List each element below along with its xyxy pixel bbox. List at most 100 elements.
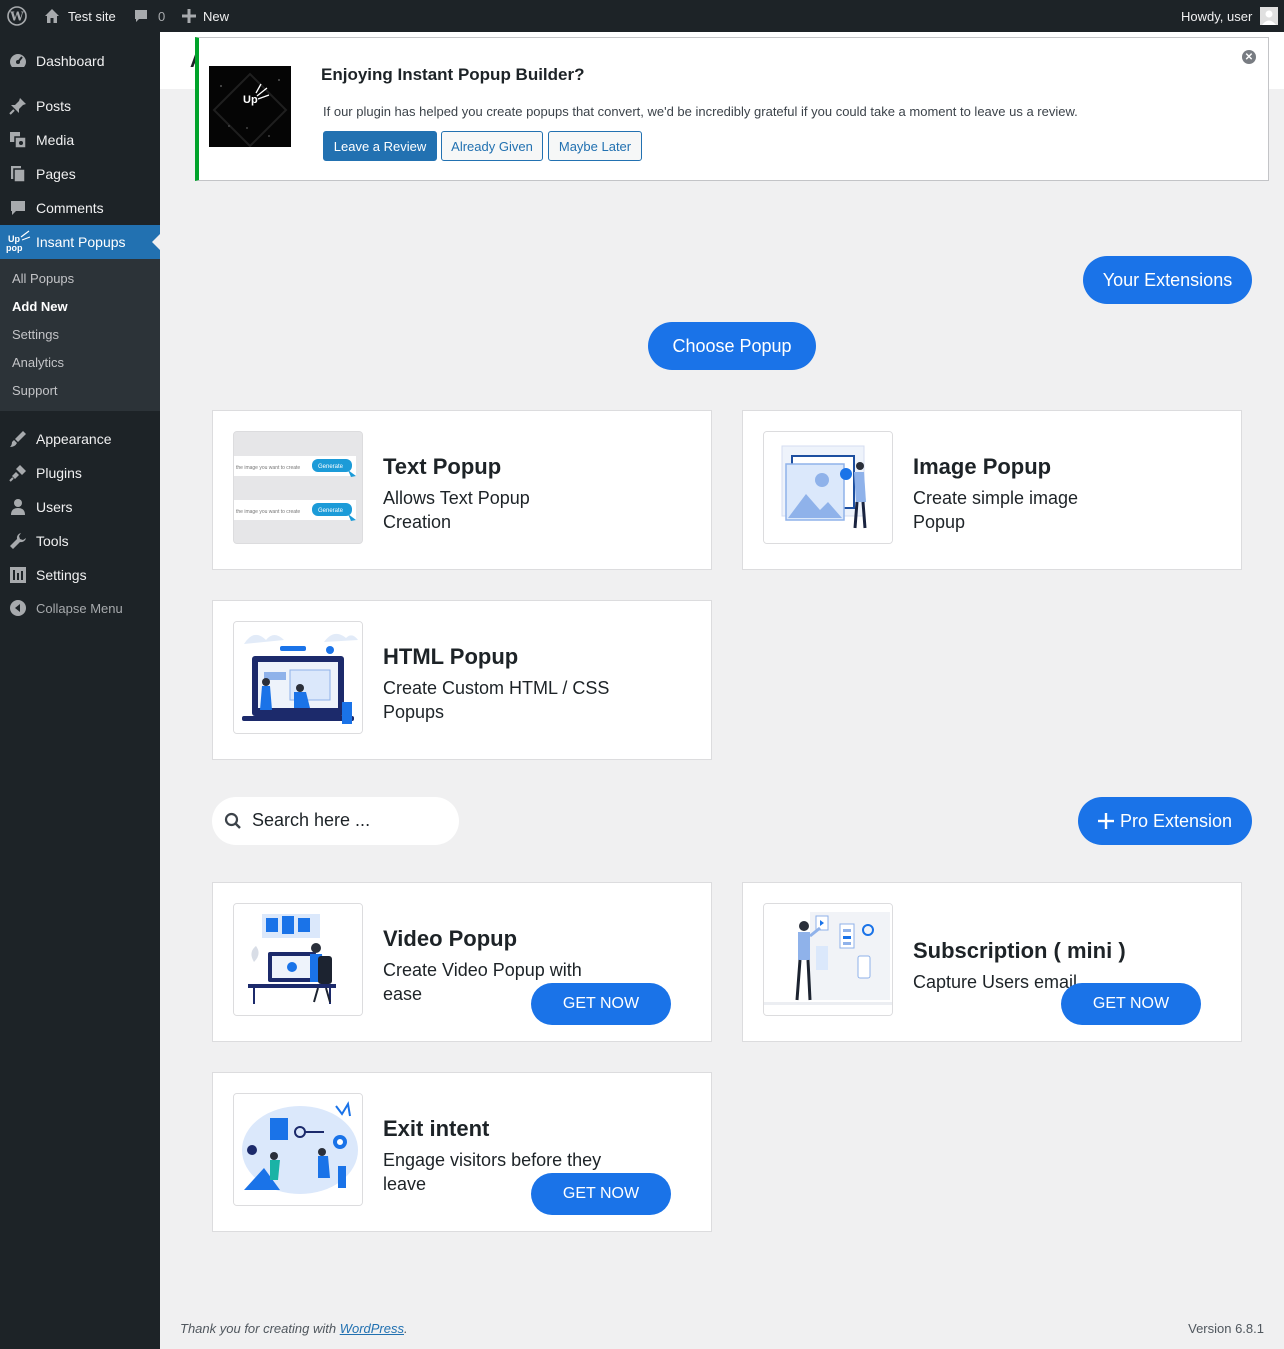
uppop-logo-icon: Up pop: [0, 229, 36, 255]
comment-icon: [133, 8, 149, 24]
card-description: Create simple image Popup: [913, 488, 1079, 532]
sidebar-label-plugins: Plugins: [36, 465, 82, 481]
plugin-logo: Up: [209, 66, 291, 147]
thumb-generate-text: Generate: [318, 508, 344, 514]
sidebar-item-plugins[interactable]: Plugins: [0, 456, 160, 490]
image-popup-thumbnail: [763, 431, 893, 544]
plus-icon: [182, 9, 196, 23]
admin-bar: W Test site 0 New Howdy, user: [0, 0, 1284, 32]
subscription-mini-card[interactable]: Subscription ( mini ) Capture Users emai…: [742, 882, 1242, 1042]
wrench-icon: [0, 532, 36, 550]
thumb-generate-text: Generate: [318, 464, 344, 470]
footer-thanks-text: Thank you for creating with: [180, 1321, 340, 1336]
submenu-support[interactable]: Support: [12, 383, 58, 398]
html-popup-card[interactable]: HTML Popup Create Custom HTML / CSS Popu…: [212, 600, 712, 760]
already-given-button[interactable]: Already Given: [441, 131, 543, 161]
sidebar-label-comments: Comments: [36, 200, 104, 216]
sidebar-item-pages[interactable]: Pages: [0, 157, 160, 191]
video-popup-card[interactable]: Video Popup Create Video Popup with ease…: [212, 882, 712, 1042]
wordpress-logo-icon[interactable]: W: [7, 0, 27, 32]
media-icon: [0, 131, 36, 149]
card-description: Allows Text Popup Creation: [383, 488, 530, 532]
choose-popup-button[interactable]: Choose Popup: [648, 322, 816, 370]
extension-search-input[interactable]: Search here ...: [212, 797, 459, 845]
submenu-settings[interactable]: Settings: [12, 327, 59, 342]
sidebar-label-posts: Posts: [36, 98, 72, 114]
user-icon: [0, 498, 36, 516]
sidebar-item-dashboard[interactable]: Dashboard: [0, 44, 160, 78]
brush-icon: [0, 430, 36, 448]
comments-link[interactable]: 0: [133, 0, 165, 32]
pro-extension-button[interactable]: Pro Extension: [1078, 797, 1252, 845]
settings-icon: [0, 566, 36, 584]
maybe-later-button[interactable]: Maybe Later: [548, 131, 642, 161]
image-popup-card[interactable]: Image Popup Create simple image Popup: [742, 410, 1242, 570]
footer-period: .: [404, 1321, 408, 1336]
comments-count: 0: [158, 8, 166, 24]
submenu-analytics[interactable]: Analytics: [12, 355, 64, 370]
html-popup-thumbnail: [233, 621, 363, 734]
sidebar-label-users: Users: [36, 499, 73, 515]
text-popup-card[interactable]: the image you want to create Generate th…: [212, 410, 712, 570]
collapse-menu-button[interactable]: Collapse Menu: [0, 596, 160, 620]
admin-sidebar: Dashboard Posts Media Pages Comments Up p…: [0, 32, 160, 1349]
collapse-menu-label: Collapse Menu: [36, 600, 123, 616]
site-name-link[interactable]: Test site: [44, 0, 116, 32]
sidebar-item-tools[interactable]: Tools: [0, 524, 160, 558]
site-name: Test site: [68, 8, 116, 24]
get-now-button[interactable]: GET NOW: [531, 1173, 671, 1215]
sidebar-item-posts[interactable]: Posts: [0, 89, 160, 123]
text-popup-thumbnail: the image you want to create Generate th…: [233, 431, 363, 544]
svg-text:W: W: [9, 10, 24, 24]
card-title: HTML Popup: [383, 644, 519, 669]
dismiss-notice-icon[interactable]: ✕: [1242, 50, 1256, 64]
thumb-input-text: the image you want to create: [236, 509, 300, 515]
notice-text: If our plugin has helped you create popu…: [323, 104, 1078, 119]
pages-icon: [0, 165, 36, 183]
pin-icon: [0, 97, 36, 115]
sidebar-item-users[interactable]: Users: [0, 490, 160, 524]
active-indicator: [152, 234, 160, 250]
sidebar-label-dashboard: Dashboard: [36, 53, 105, 69]
new-content-link[interactable]: New: [182, 0, 229, 32]
card-title: Text Popup: [383, 454, 502, 479]
sidebar-label-tools: Tools: [36, 533, 69, 549]
review-notice: Up Enjoying Instant Popup Builder? If ou…: [195, 37, 1269, 181]
footer-version: Version 6.8.1: [1188, 1321, 1264, 1336]
svg-text:pop: pop: [6, 243, 23, 253]
card-description: Create Custom HTML / CSS Popups: [383, 678, 610, 722]
your-extensions-button[interactable]: Your Extensions: [1083, 256, 1252, 304]
sidebar-item-comments[interactable]: Comments: [0, 191, 160, 225]
sidebar-item-settings[interactable]: Settings: [0, 558, 160, 592]
sidebar-label-appearance: Appearance: [36, 431, 112, 447]
sidebar-label-settings: Settings: [36, 567, 87, 583]
sidebar-label-media: Media: [36, 132, 75, 148]
sidebar-item-appearance[interactable]: Appearance: [0, 422, 160, 456]
avatar: [1260, 7, 1279, 25]
wordpress-link[interactable]: WordPress: [340, 1321, 404, 1336]
submenu-add-new[interactable]: Add New: [12, 299, 68, 314]
video-popup-thumbnail: [233, 903, 363, 1016]
leave-review-button[interactable]: Leave a Review: [323, 131, 437, 161]
get-now-button[interactable]: GET NOW: [1061, 983, 1201, 1025]
submenu-all-popups[interactable]: All Popups: [12, 271, 74, 286]
home-icon: [44, 8, 60, 24]
card-title: Subscription ( mini ): [913, 938, 1126, 963]
sidebar-item-instant-popups[interactable]: Up pop Insant Popups: [0, 225, 160, 259]
sidebar-label-instant-popups: Insant Popups: [36, 234, 126, 250]
search-placeholder: Search here ...: [252, 810, 371, 830]
thumb-input-text: the image you want to create: [236, 465, 300, 471]
card-title: Image Popup: [913, 454, 1052, 479]
footer-thanks: Thank you for creating with WordPress.: [180, 1321, 408, 1336]
sidebar-item-media[interactable]: Media: [0, 123, 160, 157]
search-icon: [224, 812, 242, 835]
new-label: New: [203, 8, 230, 24]
exit-intent-card[interactable]: Exit intent Engage visitors before they …: [212, 1072, 712, 1232]
get-now-button[interactable]: GET NOW: [531, 983, 671, 1025]
card-title: Video Popup: [383, 926, 518, 951]
exit-intent-thumbnail: [233, 1093, 363, 1206]
sidebar-label-pages: Pages: [36, 166, 76, 182]
comment-icon: [0, 199, 36, 217]
my-account-link[interactable]: Howdy, user: [1181, 0, 1279, 32]
plus-icon: [1097, 813, 1114, 829]
